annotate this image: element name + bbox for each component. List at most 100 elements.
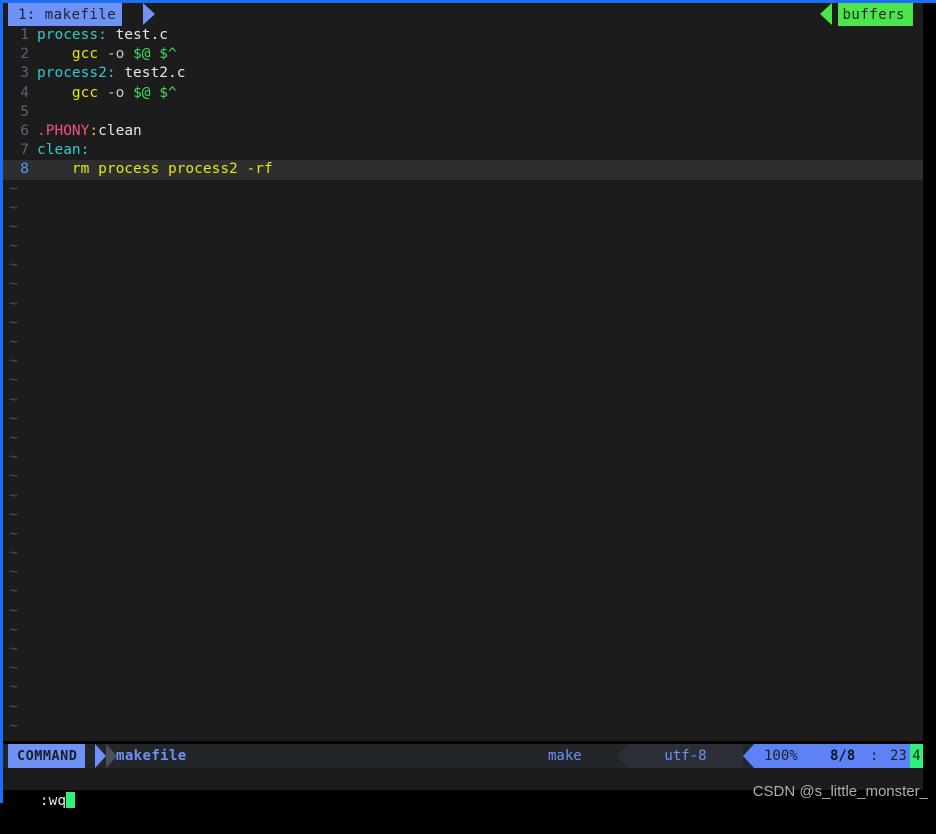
statusline-encoding: utf-8 (628, 744, 743, 768)
code-token: process: (37, 27, 107, 43)
buffers-chevron-left-icon (820, 3, 832, 25)
buffers-label: buffers (842, 6, 905, 23)
tab-makefile[interactable]: 1: makefile (8, 3, 123, 26)
filler-tilde: ~ (9, 717, 18, 734)
code-token: test2.c (124, 65, 186, 82)
filler-tilde: ~ (9, 257, 18, 274)
line-number: 1 (20, 27, 29, 43)
code-lines-container: 1 process: test.c 2 gcc -o $@ $^ 3 process2:… (3, 26, 923, 180)
filler-tilde: ~ (9, 429, 18, 446)
code-token: : (89, 122, 99, 139)
code-line[interactable]: 4 gcc -o $@ $^ (3, 84, 923, 103)
filler-tilde: ~ (9, 545, 18, 562)
code-line[interactable]: 2 gcc -o $@ $^ (3, 45, 923, 64)
line-number: 5 (20, 103, 29, 120)
mode-label: COMMAND (17, 748, 78, 764)
filler-tilde: ~ (9, 468, 18, 485)
filler-tilde: ~ (9, 334, 18, 350)
code-line[interactable]: 1 process: test.c (3, 26, 923, 45)
line-number: 6 (20, 122, 29, 139)
mode-badge: COMMAND (8, 744, 86, 768)
code-line[interactable]: 8 rm process process2 -rf (3, 160, 923, 180)
code-token: rm process process2 -rf (37, 161, 273, 178)
filler-tilde: ~ (9, 199, 18, 216)
code-token: clean (98, 122, 142, 139)
code-token: -o (106, 46, 125, 63)
filler-tilde: ~ (9, 314, 18, 331)
filler-tilde: ~ (9, 391, 18, 408)
statusline-filename: makefile (116, 748, 187, 764)
line-number: 7 (20, 142, 29, 159)
code-token: test.c (115, 27, 168, 43)
tab-chevron-right-icon (143, 3, 155, 25)
filler-tilde: ~ (9, 525, 18, 542)
code-token: $^ (159, 46, 177, 63)
filler-tilde: ~ (9, 660, 18, 677)
statusline-separator: : (870, 748, 879, 764)
line-number: 2 (20, 46, 29, 63)
encoding-chevron-left-icon (617, 744, 628, 768)
statusline-percent: 100% (764, 748, 798, 764)
line-number: 4 (20, 84, 29, 101)
code-token: $@ (133, 84, 151, 101)
code-token: .PHONY (37, 122, 90, 139)
filler-tilde: ~ (9, 276, 18, 293)
filler-tilde: ~ (9, 449, 18, 466)
statusline-filetype: make (548, 748, 582, 764)
tab-label: 1: makefile (18, 6, 117, 23)
statusline-position: 100% 8/8 : 23 4 (754, 744, 923, 768)
buffers-badge[interactable]: buffers (838, 3, 913, 26)
code-token: gcc (71, 46, 99, 63)
code-line[interactable]: 6 .PHONY:clean (3, 122, 923, 141)
tabline: 1: makefile buffers (3, 3, 923, 26)
filler-tilde-container: ~ ~ ~ ~ ~ ~ ~ ~ ~ ~ ~ ~ ~ ~ ~ ~ ~ ~ ~ ~ ~ ~ ~ ~ ~ ~ ~ ~ ~ (3, 180, 923, 736)
filler-tilde: ~ (9, 353, 18, 370)
filler-tilde: ~ (9, 641, 18, 657)
code-line[interactable]: 3 process2: test2.c (3, 64, 923, 83)
filler-tilde: ~ (9, 698, 18, 715)
filler-tilde: ~ (9, 621, 18, 638)
filler-tilde: ~ (9, 564, 18, 581)
code-token: $^ (159, 84, 177, 101)
filler-tilde: ~ (9, 506, 18, 523)
filler-tilde: ~ (9, 295, 18, 312)
statusline-column-cursor: 4 (910, 744, 923, 768)
filler-tilde: ~ (9, 583, 18, 600)
filler-tilde: ~ (9, 487, 18, 504)
code-token: -o (106, 84, 125, 101)
watermark: CSDN @s_little_monster_ (752, 783, 928, 800)
statusline-column: 23 (890, 748, 907, 764)
statusline-line-position: 8/8 (830, 748, 856, 764)
filler-tilde: ~ (9, 372, 18, 389)
filler-tilde: ~ (9, 238, 18, 255)
code-token: process2: (37, 65, 116, 82)
mode-chevron-right-icon (95, 744, 106, 768)
statusline: COMMAND makefile make utf-8 100% 8/8 : 2… (3, 744, 923, 768)
command-line-text: :wq (39, 793, 67, 809)
code-line[interactable]: 5 (3, 103, 923, 122)
filler-tilde: ~ (9, 180, 18, 197)
vim-window: 1: makefile buffers 1 process: test.c 2 gc… (0, 0, 936, 809)
filler-tilde: ~ (9, 218, 18, 235)
filler-tilde: ~ (9, 602, 18, 619)
line-number: 8 (20, 161, 29, 178)
code-line[interactable]: 7 clean: (3, 141, 923, 160)
command-line-cursor (66, 792, 76, 808)
code-token: clean: (37, 142, 90, 159)
editor-buffer[interactable]: 1 process: test.c 2 gcc -o $@ $^ 3 process2:… (3, 26, 923, 741)
line-number: 3 (20, 65, 29, 82)
code-token: gcc (71, 84, 99, 101)
filler-tilde: ~ (9, 679, 18, 696)
code-token: $@ (133, 46, 151, 63)
filler-tilde: ~ (9, 410, 18, 427)
